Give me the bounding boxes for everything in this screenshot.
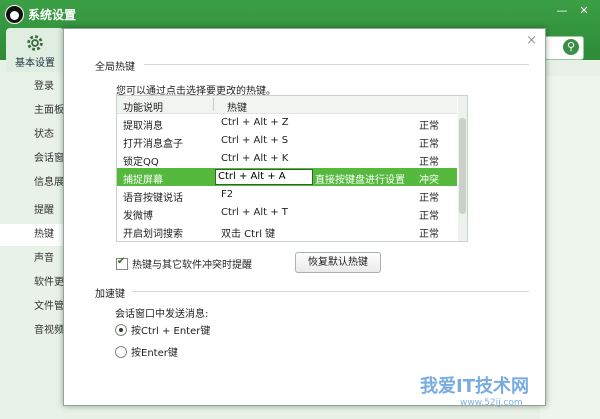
row-hotkey: Ctrl + Alt + K (221, 153, 289, 164)
row-function: 打开消息盒子 (123, 139, 183, 150)
row-status: 正常 (419, 193, 439, 204)
radio-enter-label: 按Enter键 (131, 348, 178, 359)
gear-icon (27, 35, 43, 51)
row-hotkey: F2 (221, 189, 234, 200)
section-divider (132, 291, 529, 292)
hotkey-row-selected[interactable]: 捕捉屏幕 Ctrl + Alt + A 直接按键盘进行设置 冲突 (117, 168, 457, 186)
close-button[interactable]: ✕ (574, 4, 594, 18)
column-header-function[interactable]: 功能说明 (123, 99, 163, 114)
sidebar-item-file-manage[interactable]: 文件管理 (0, 296, 64, 318)
row-hotkey: 双击 Ctrl 键 (221, 229, 276, 240)
hotkey-row[interactable]: 提取消息 Ctrl + Alt + Z 正常 (117, 114, 457, 132)
row-status: 正常 (419, 211, 439, 222)
section-title-global-hotkey: 全局热键 (95, 62, 135, 73)
hotkey-row[interactable]: 发微博 Ctrl + Alt + T 正常 (117, 204, 457, 222)
hotkey-edit-field[interactable]: Ctrl + Alt + A (215, 169, 313, 185)
hotkey-row[interactable]: 语音按键说话 F2 正常 (117, 186, 457, 204)
sidebar-item-sound[interactable]: 声音 (0, 248, 64, 270)
row-edit-hint: 直接按键盘进行设置 (315, 175, 405, 186)
qq-logo-icon (5, 5, 24, 24)
search-icon[interactable]: ⚲ (563, 39, 579, 55)
sidebar-item-info-display[interactable]: 信息展示 (0, 172, 64, 194)
hotkey-list: 功能说明 热键 提取消息 Ctrl + Alt + Z 正常 打开消息盒子 Ct… (116, 95, 468, 242)
row-hotkey: Ctrl + Alt + S (221, 135, 289, 146)
row-function: 锁定QQ (123, 157, 159, 168)
section-divider (144, 64, 529, 65)
conflict-reminder-checkbox[interactable] (116, 256, 128, 270)
sidebar: 登录 主面板 状态 会话窗口 信息展示 提醒 热键 声音 软件更新 文件管理 音… (0, 76, 64, 419)
send-message-label: 会话窗口中发送消息: (115, 309, 209, 320)
watermark: 我爱IT技术网 (420, 376, 529, 397)
title-bar: 系统设置 — ✕ (0, 0, 600, 26)
sidebar-item-login[interactable]: 登录 (0, 76, 64, 98)
row-hotkey: Ctrl + Alt + T (221, 207, 288, 218)
row-function: 捕捉屏幕 (123, 175, 163, 186)
restore-default-hotkeys-button[interactable]: 恢复默认热键 (295, 252, 381, 273)
row-function: 开启划词搜索 (123, 229, 183, 240)
nav-basic-label: 基本设置 (15, 58, 55, 69)
conflict-reminder-option[interactable]: 热键与其它软件冲突时提醒 (116, 256, 252, 271)
column-separator (213, 98, 214, 111)
hotkey-dialog: × 全局热键 您可以通过点击选择要更改的热键。 功能说明 热键 提取消息 Ctr… (63, 28, 546, 406)
column-header-hotkey[interactable]: 热键 (227, 99, 247, 114)
conflict-reminder-label: 热键与其它软件冲突时提醒 (132, 260, 252, 271)
radio-ctrl-enter-label: 按Ctrl + Enter键 (131, 326, 211, 337)
row-status: 正常 (419, 121, 439, 132)
row-function: 提取消息 (123, 121, 163, 132)
sidebar-item-av[interactable]: 音视频 (0, 320, 64, 342)
section-title-accelerator: 加速键 (95, 289, 125, 300)
row-function: 语音按键说话 (123, 193, 183, 204)
scrollbar-thumb[interactable] (459, 118, 466, 214)
row-status: 正常 (419, 139, 439, 150)
hotkey-row[interactable]: 锁定QQ Ctrl + Alt + K 正常 (117, 150, 457, 168)
window-title: 系统设置 (28, 8, 77, 22)
sidebar-item-main-panel[interactable]: 主面板 (0, 100, 64, 122)
send-option-enter[interactable]: 按Enter键 (115, 344, 178, 359)
row-function: 发微博 (123, 211, 153, 222)
close-icon[interactable]: × (526, 33, 537, 48)
row-status: 正常 (419, 157, 439, 168)
hotkey-list-scrollbar[interactable] (458, 96, 467, 241)
row-hotkey: Ctrl + Alt + A (218, 171, 286, 182)
radio-ctrl-enter[interactable] (115, 323, 127, 336)
sidebar-item-chat-window[interactable]: 会话窗口 (0, 148, 64, 170)
sidebar-item-hotkey[interactable]: 热键 (0, 224, 64, 246)
sidebar-item-status[interactable]: 状态 (0, 124, 64, 146)
watermark-url: www.52ij.com (460, 398, 523, 408)
row-hotkey: Ctrl + Alt + Z (221, 117, 289, 128)
minimize-button[interactable]: — (552, 4, 572, 18)
sidebar-item-reminder[interactable]: 提醒 (0, 200, 64, 222)
send-option-ctrl-enter[interactable]: 按Ctrl + Enter键 (115, 322, 210, 337)
nav-basic-settings[interactable]: 基本设置 (6, 28, 64, 72)
row-status: 冲突 (419, 175, 439, 186)
hotkey-list-header: 功能说明 热键 (117, 96, 457, 114)
row-status: 正常 (419, 229, 439, 240)
hotkey-row[interactable]: 打开消息盒子 Ctrl + Alt + S 正常 (117, 132, 457, 150)
sidebar-item-update[interactable]: 软件更新 (0, 272, 64, 294)
hotkey-row[interactable]: 开启划词搜索 双击 Ctrl 键 正常 (117, 222, 457, 240)
radio-enter[interactable] (115, 345, 127, 358)
content-background (540, 76, 600, 419)
